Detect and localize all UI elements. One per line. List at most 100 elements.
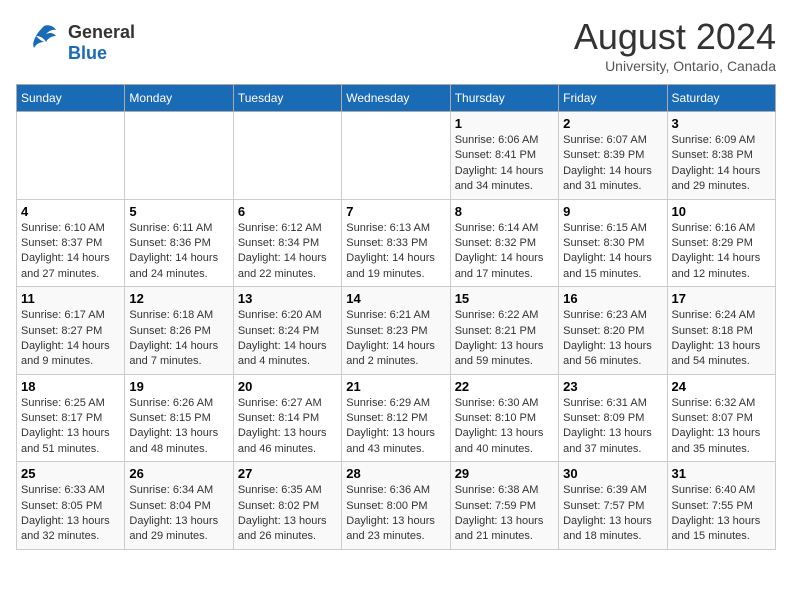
day-number: 9 [563,204,662,219]
calendar-cell: 16 Sunrise: 6:23 AM Sunset: 8:20 PM Dayli… [559,287,667,375]
calendar-cell: 24Sunrise: 6:32 AM Sunset: 8:07 PM Dayli… [667,374,775,462]
calendar-cell: 14 Sunrise: 6:21 AM Sunset: 8:23 PM Dayli… [342,287,450,375]
day-of-week-monday: Monday [125,85,233,112]
calendar-cell: 31 Sunrise: 6:40 AM Sunset: 7:55 PM Dayli… [667,462,775,550]
day-number: 2 [563,116,662,131]
day-info: Sunrise: 6:39 AM Sunset: 7:57 PM Dayligh… [563,483,662,545]
calendar-cell: 5 Sunrise: 6:11 AM Sunset: 8:36 PM Daylig… [125,199,233,287]
day-number: 31 [672,466,771,481]
day-number: 16 [563,291,662,306]
subtitle: University, Ontario, Canada [574,58,776,74]
day-number: 15 [455,291,554,306]
day-info: Sunrise: 6:34 AM Sunset: 8:04 PM Dayligh… [129,483,228,545]
week-row-4: 18 Sunrise: 6:25 AM Sunset: 8:17 PM Dayli… [17,374,776,462]
day-info: Sunrise: 6:09 AM Sunset: 8:38 PM Dayligh… [672,133,771,195]
calendar-cell: 23Sunrise: 6:31 AM Sunset: 8:09 PM Dayli… [559,374,667,462]
calendar-cell: 7 Sunrise: 6:13 AM Sunset: 8:33 PM Daylig… [342,199,450,287]
calendar-cell: 21 Sunrise: 6:29 AM Sunset: 8:12 PM Dayli… [342,374,450,462]
day-info: Sunrise: 6:14 AM Sunset: 8:32 PM Dayligh… [455,221,554,283]
calendar-cell: 13 Sunrise: 6:20 AM Sunset: 8:24 PM Dayli… [233,287,341,375]
title-area: August 2024 University, Ontario, Canada [574,16,776,74]
week-row-3: 11 Sunrise: 6:17 AM Sunset: 8:27 PM Dayli… [17,287,776,375]
calendar-cell: 3 Sunrise: 6:09 AM Sunset: 8:38 PM Daylig… [667,112,775,200]
day-info: Sunrise: 6:40 AM Sunset: 7:55 PM Dayligh… [672,483,771,545]
main-title: August 2024 [574,16,776,58]
day-number: 20 [238,379,337,394]
calendar-cell: 10 Sunrise: 6:16 AM Sunset: 8:29 PM Dayli… [667,199,775,287]
day-info: Sunrise: 6:17 AM Sunset: 8:27 PM Dayligh… [21,308,120,370]
day-number: 17 [672,291,771,306]
day-number: 30 [563,466,662,481]
week-row-1: 1 Sunrise: 6:06 AM Sunset: 8:41 PM Daylig… [17,112,776,200]
day-number: 26 [129,466,228,481]
day-number: 10 [672,204,771,219]
day-info: Sunrise: 6:36 AM Sunset: 8:00 PM Dayligh… [346,483,445,545]
calendar-cell [342,112,450,200]
day-number: 8 [455,204,554,219]
day-info: Sunrise: 6:18 AM Sunset: 8:26 PM Dayligh… [129,308,228,370]
day-info: Sunrise: 6:16 AM Sunset: 8:29 PM Dayligh… [672,221,771,283]
day-info: Sunrise: 6:20 AM Sunset: 8:24 PM Dayligh… [238,308,337,370]
logo: General Blue [16,16,135,69]
day-number: 27 [238,466,337,481]
day-number: 5 [129,204,228,219]
logo-general: General [68,22,135,42]
calendar-cell: 25 Sunrise: 6:33 AM Sunset: 8:05 PM Dayli… [17,462,125,550]
logo-icon [16,16,64,69]
logo-text: General Blue [68,22,135,64]
calendar-cell: 11 Sunrise: 6:17 AM Sunset: 8:27 PM Dayli… [17,287,125,375]
calendar-cell [233,112,341,200]
calendar-table: SundayMondayTuesdayWednesdayThursdayFrid… [16,84,776,550]
day-info: Sunrise: 6:27 AM Sunset: 8:14 PM Dayligh… [238,396,337,458]
day-info: Sunrise: 6:21 AM Sunset: 8:23 PM Dayligh… [346,308,445,370]
day-of-week-friday: Friday [559,85,667,112]
calendar-cell [17,112,125,200]
day-number: 3 [672,116,771,131]
calendar-cell: 20 Sunrise: 6:27 AM Sunset: 8:14 PM Dayli… [233,374,341,462]
day-info: Sunrise: 6:13 AM Sunset: 8:33 PM Dayligh… [346,221,445,283]
day-info: Sunrise: 6:07 AM Sunset: 8:39 PM Dayligh… [563,133,662,195]
logo-blue: Blue [68,43,107,63]
calendar-cell: 17 Sunrise: 6:24 AM Sunset: 8:18 PM Dayli… [667,287,775,375]
calendar-cell: 1 Sunrise: 6:06 AM Sunset: 8:41 PM Daylig… [450,112,558,200]
day-info: Sunrise: 6:06 AM Sunset: 8:41 PM Dayligh… [455,133,554,195]
day-number: 1 [455,116,554,131]
day-info: Sunrise: 6:15 AM Sunset: 8:30 PM Dayligh… [563,221,662,283]
day-info: Sunrise: 6:11 AM Sunset: 8:36 PM Dayligh… [129,221,228,283]
calendar-cell: 28 Sunrise: 6:36 AM Sunset: 8:00 PM Dayli… [342,462,450,550]
day-number: 12 [129,291,228,306]
day-info: Sunrise: 6:12 AM Sunset: 8:34 PM Dayligh… [238,221,337,283]
day-number: 21 [346,379,445,394]
day-number: 28 [346,466,445,481]
day-info: Sunrise: 6:26 AM Sunset: 8:15 PM Dayligh… [129,396,228,458]
day-number: 13 [238,291,337,306]
day-info: Sunrise: 6:33 AM Sunset: 8:05 PM Dayligh… [21,483,120,545]
calendar-cell: 19 Sunrise: 6:26 AM Sunset: 8:15 PM Dayli… [125,374,233,462]
day-info: Sunrise: 6:35 AM Sunset: 8:02 PM Dayligh… [238,483,337,545]
calendar-cell: 8 Sunrise: 6:14 AM Sunset: 8:32 PM Daylig… [450,199,558,287]
day-number: 25 [21,466,120,481]
calendar-cell: 18 Sunrise: 6:25 AM Sunset: 8:17 PM Dayli… [17,374,125,462]
day-info: Sunrise: 6:32 AM Sunset: 8:07 PM Dayligh… [672,396,771,458]
day-number: 11 [21,291,120,306]
day-info: Sunrise: 6:23 AM Sunset: 8:20 PM Dayligh… [563,308,662,370]
day-info: Sunrise: 6:29 AM Sunset: 8:12 PM Dayligh… [346,396,445,458]
day-info: Sunrise: 6:10 AM Sunset: 8:37 PM Dayligh… [21,221,120,283]
day-info: Sunrise: 6:38 AM Sunset: 7:59 PM Dayligh… [455,483,554,545]
week-row-5: 25 Sunrise: 6:33 AM Sunset: 8:05 PM Dayli… [17,462,776,550]
calendar-cell: 15Sunrise: 6:22 AM Sunset: 8:21 PM Dayli… [450,287,558,375]
day-number: 19 [129,379,228,394]
calendar-cell: 6 Sunrise: 6:12 AM Sunset: 8:34 PM Daylig… [233,199,341,287]
day-info: Sunrise: 6:25 AM Sunset: 8:17 PM Dayligh… [21,396,120,458]
day-info: Sunrise: 6:24 AM Sunset: 8:18 PM Dayligh… [672,308,771,370]
calendar-cell: 9 Sunrise: 6:15 AM Sunset: 8:30 PM Daylig… [559,199,667,287]
day-number: 14 [346,291,445,306]
calendar-cell: 2 Sunrise: 6:07 AM Sunset: 8:39 PM Daylig… [559,112,667,200]
calendar-header: SundayMondayTuesdayWednesdayThursdayFrid… [17,85,776,112]
calendar-cell: 27 Sunrise: 6:35 AM Sunset: 8:02 PM Dayli… [233,462,341,550]
day-number: 18 [21,379,120,394]
day-number: 23 [563,379,662,394]
calendar-cell: 30 Sunrise: 6:39 AM Sunset: 7:57 PM Dayli… [559,462,667,550]
day-number: 7 [346,204,445,219]
day-number: 6 [238,204,337,219]
